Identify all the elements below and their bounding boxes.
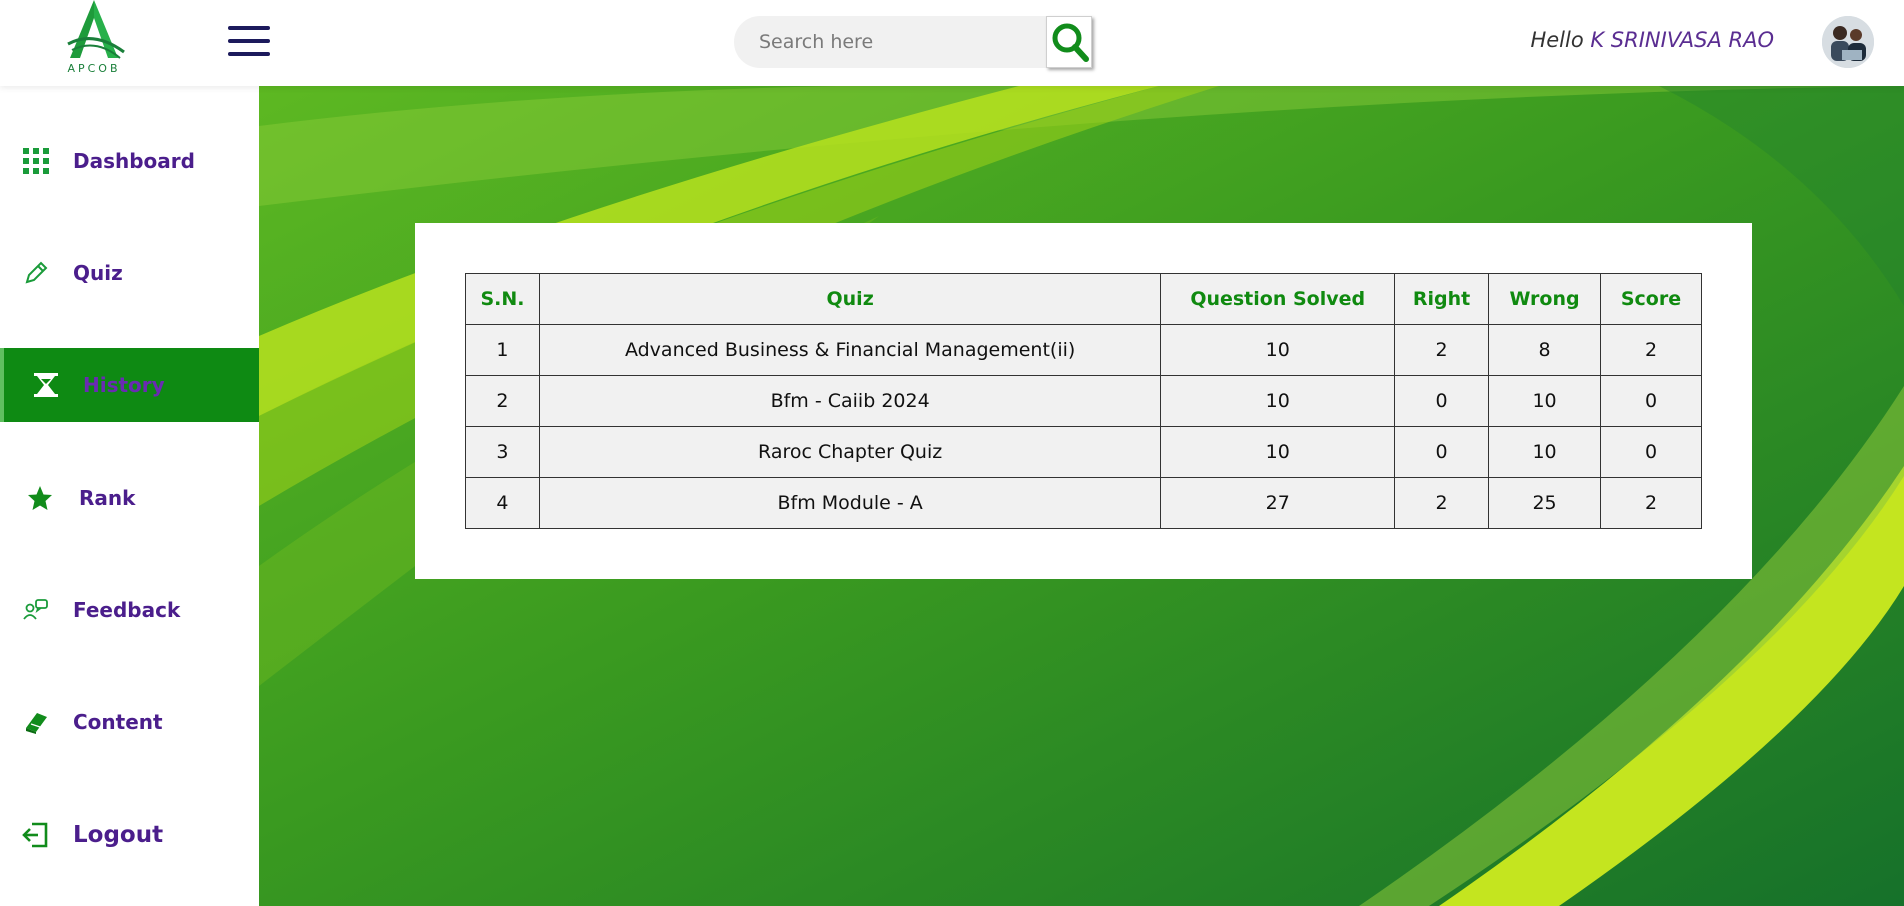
hamburger-line: [228, 52, 270, 56]
logo-mark: [67, 0, 125, 59]
user-name: K SRINIVASA RAO: [1590, 28, 1774, 52]
sidebar-item-logout[interactable]: Logout: [0, 798, 259, 872]
column-header-score: Score: [1600, 273, 1702, 325]
table-row: 1 Advanced Business & Financial Manageme…: [465, 324, 1702, 376]
grid-icon: [22, 147, 50, 175]
search-bar: [734, 16, 1092, 68]
cell-sn: 3: [465, 426, 540, 478]
book-icon: [22, 708, 50, 736]
cell-quiz: Bfm Module - A: [538, 477, 1162, 529]
hamburger-line: [228, 26, 270, 30]
greeting-prefix: Hello: [1530, 28, 1584, 52]
cell-quiz: Bfm - Caiib 2024: [538, 375, 1162, 427]
sidebar-item-feedback[interactable]: Feedback: [0, 573, 259, 647]
table-header-row: S.N. Quiz Question Solved Right Wrong Sc…: [465, 273, 1702, 325]
avatar-image: [1822, 16, 1874, 68]
sidebar-item-label: Feedback: [73, 598, 181, 622]
column-header-right: Right: [1394, 273, 1490, 325]
sidebar-item-content[interactable]: Content: [0, 685, 259, 759]
user-avatar[interactable]: [1822, 16, 1874, 68]
cell-quiz: Advanced Business & Financial Management…: [538, 324, 1162, 376]
hamburger-line: [228, 39, 270, 43]
cell-right: 0: [1394, 426, 1490, 478]
search-input[interactable]: [734, 16, 1054, 68]
sidebar-item-label: Quiz: [73, 261, 123, 285]
cell-score: 2: [1600, 324, 1702, 376]
feedback-icon: [22, 596, 50, 624]
cell-score: 0: [1600, 426, 1702, 478]
search-icon: [1052, 23, 1089, 62]
cell-wrong: 10: [1488, 426, 1601, 478]
sidebar: Dashboard Quiz History Rank Feedback Con…: [0, 86, 259, 906]
search-button[interactable]: [1046, 16, 1092, 68]
cell-question-solved: 10: [1160, 426, 1396, 478]
table-row: 4 Bfm Module - A 27 2 25 2: [465, 477, 1702, 529]
cell-right: 2: [1394, 324, 1490, 376]
table-row: 3 Raroc Chapter Quiz 10 0 10 0: [465, 426, 1702, 478]
menu-toggle-button[interactable]: [228, 26, 272, 58]
history-table: S.N. Quiz Question Solved Right Wrong Sc…: [465, 273, 1702, 529]
sidebar-item-label: Dashboard: [73, 149, 195, 173]
cell-score: 2: [1600, 477, 1702, 529]
sidebar-item-rank[interactable]: Rank: [0, 461, 259, 535]
cell-right: 0: [1394, 375, 1490, 427]
column-header-sn: S.N.: [465, 273, 540, 325]
cell-question-solved: 27: [1160, 477, 1396, 529]
cell-sn: 4: [465, 477, 540, 529]
table-row: 2 Bfm - Caiib 2024 10 0 10 0: [465, 375, 1702, 427]
sidebar-item-label: History: [83, 373, 165, 397]
cell-wrong: 10: [1488, 375, 1601, 427]
cell-quiz: Raroc Chapter Quiz: [538, 426, 1162, 478]
sidebar-item-label: Logout: [73, 822, 164, 848]
logout-icon: [22, 821, 50, 849]
column-header-quiz: Quiz: [538, 273, 1162, 325]
apcob-logo[interactable]: APCOB: [58, 0, 130, 76]
cell-question-solved: 10: [1160, 324, 1396, 376]
sidebar-item-label: Content: [73, 710, 163, 734]
cell-sn: 2: [465, 375, 540, 427]
column-header-wrong: Wrong: [1488, 273, 1601, 325]
cell-wrong: 25: [1488, 477, 1601, 529]
pencil-icon: [22, 259, 50, 287]
sidebar-item-dashboard[interactable]: Dashboard: [0, 124, 259, 198]
top-header: APCOB Hello K SRINIVASA RAO: [0, 0, 1904, 86]
sidebar-item-quiz[interactable]: Quiz: [0, 236, 259, 310]
hourglass-icon: [32, 371, 60, 399]
history-card: S.N. Quiz Question Solved Right Wrong Sc…: [415, 223, 1752, 579]
cell-wrong: 8: [1488, 324, 1601, 376]
star-icon: [26, 484, 54, 512]
cell-right: 2: [1394, 477, 1490, 529]
sidebar-item-label: Rank: [79, 486, 136, 510]
user-greeting: Hello K SRINIVASA RAO: [1530, 28, 1774, 52]
logo-text: APCOB: [67, 62, 121, 75]
cell-score: 0: [1600, 375, 1702, 427]
sidebar-item-history[interactable]: History: [0, 348, 259, 422]
cell-sn: 1: [465, 324, 540, 376]
column-header-question-solved: Question Solved: [1160, 273, 1396, 325]
cell-question-solved: 10: [1160, 375, 1396, 427]
